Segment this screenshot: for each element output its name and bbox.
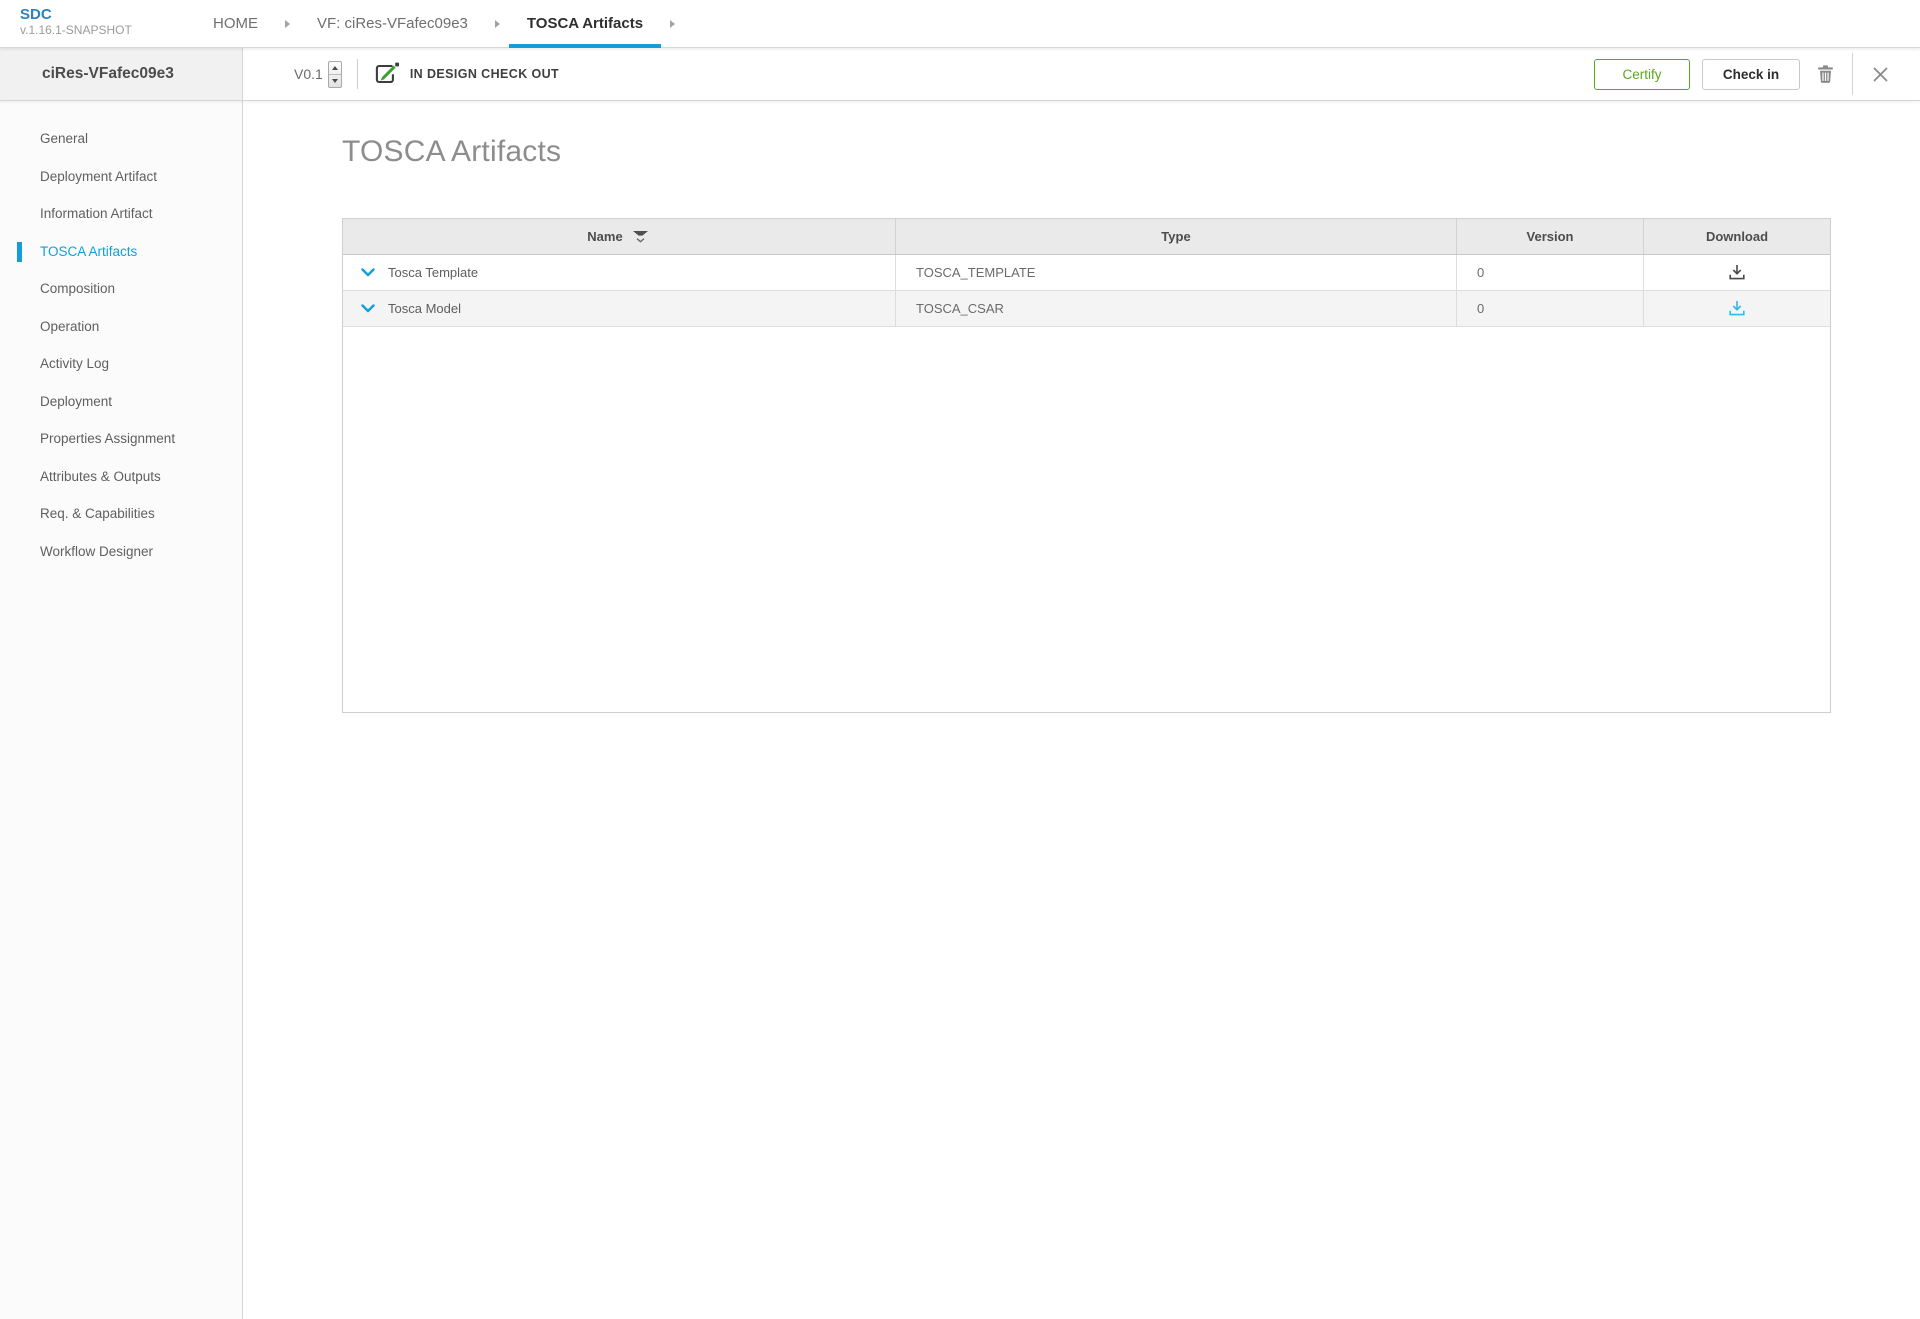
cell-download: [1644, 291, 1830, 326]
cell-name: Tosca Template: [343, 255, 896, 290]
entity-toolbar: ciRes-VFafec09e3 V0.1 IN DESIGN: [0, 48, 1920, 101]
toolbar: V0.1 IN DESIGN CHECK OUT Cert: [243, 48, 1920, 100]
column-name-label: Name: [587, 229, 622, 244]
version-stepper[interactable]: [328, 61, 342, 88]
column-header-download[interactable]: Download: [1644, 219, 1830, 254]
table-row-tosca-template[interactable]: Tosca Template TOSCA_TEMPLATE 0: [343, 255, 1830, 291]
tab-home-label: HOME: [213, 15, 258, 32]
breadcrumb: HOME VF: ciRes-VFafec09e3 TOSCA Artifact…: [195, 0, 684, 47]
cell-version: 0: [1457, 291, 1644, 326]
sidebar: General Deployment Artifact Information …: [0, 101, 243, 1319]
page-title: TOSCA Artifacts: [342, 128, 1920, 175]
tab-vf-cires[interactable]: VF: ciRes-VFafec09e3: [299, 0, 486, 47]
close-icon: [1873, 67, 1888, 82]
sdc-logo[interactable]: SDC v.1.16.1-SNAPSHOT: [0, 0, 195, 47]
tab-tosca-label: TOSCA Artifacts: [527, 15, 643, 32]
sort-icon[interactable]: [630, 230, 651, 244]
sidebar-item-req-capabilities[interactable]: Req. & Capabilities: [0, 495, 242, 533]
table-row-tosca-model[interactable]: Tosca Model TOSCA_CSAR 0: [343, 291, 1830, 327]
app-name: SDC: [20, 6, 195, 23]
download-icon[interactable]: [1728, 264, 1746, 281]
main-panel: TOSCA Artifacts Name Type: [243, 101, 1920, 1319]
sidebar-item-deployment[interactable]: Deployment: [0, 383, 242, 421]
breadcrumb-arrow-icon: [495, 20, 500, 28]
delete-button[interactable]: [1808, 57, 1842, 91]
sidebar-item-properties-assignment[interactable]: Properties Assignment: [0, 420, 242, 458]
toolbar-left: V0.1 IN DESIGN CHECK OUT: [294, 59, 559, 89]
cell-version: 0: [1457, 255, 1644, 290]
artifact-name: Tosca Model: [388, 301, 461, 316]
trash-icon: [1817, 65, 1834, 84]
cell-download: [1644, 255, 1830, 290]
chevron-down-icon[interactable]: [361, 268, 375, 277]
breadcrumb-arrow-icon: [670, 20, 675, 28]
version-step-down[interactable]: [329, 74, 341, 87]
sidebar-item-deployment-artifact[interactable]: Deployment Artifact: [0, 158, 242, 196]
table-empty-area: [343, 327, 1830, 712]
sidebar-item-activity-log[interactable]: Activity Log: [0, 345, 242, 383]
sidebar-item-tosca-artifacts[interactable]: TOSCA Artifacts: [0, 233, 242, 271]
sidebar-item-attributes-outputs[interactable]: Attributes & Outputs: [0, 458, 242, 496]
tab-home[interactable]: HOME: [195, 0, 276, 47]
sidebar-item-operation[interactable]: Operation: [0, 308, 242, 346]
close-button[interactable]: [1863, 57, 1897, 91]
column-download-label: Download: [1706, 229, 1768, 244]
divider: [357, 59, 358, 89]
chevron-down-icon[interactable]: [361, 304, 375, 313]
entity-name: ciRes-VFafec09e3: [0, 48, 243, 100]
column-header-version[interactable]: Version: [1457, 219, 1644, 254]
breadcrumb-arrow-icon: [285, 20, 290, 28]
sidebar-item-general[interactable]: General: [0, 120, 242, 158]
app-version: v.1.16.1-SNAPSHOT: [20, 23, 195, 38]
column-header-type[interactable]: Type: [896, 219, 1457, 254]
sidebar-item-workflow-designer[interactable]: Workflow Designer: [0, 533, 242, 571]
toolbar-right: Certify Check in: [1594, 53, 1897, 95]
cell-type: TOSCA_CSAR: [896, 291, 1457, 326]
column-header-name[interactable]: Name: [343, 219, 896, 254]
divider: [1852, 53, 1853, 95]
column-version-label: Version: [1527, 229, 1574, 244]
sidebar-item-composition[interactable]: Composition: [0, 270, 242, 308]
checkout-edit-icon: [373, 62, 400, 86]
lifecycle-status: IN DESIGN CHECK OUT: [410, 67, 559, 81]
certify-button[interactable]: Certify: [1594, 59, 1690, 90]
version-label: V0.1: [294, 66, 323, 82]
column-type-label: Type: [1161, 229, 1190, 244]
checkin-button[interactable]: Check in: [1702, 59, 1800, 90]
sdc-app: SDC v.1.16.1-SNAPSHOT HOME VF: ciRes-VFa…: [0, 0, 1920, 1319]
artifact-name: Tosca Template: [388, 265, 478, 280]
tab-vf-label: VF: ciRes-VFafec09e3: [317, 15, 468, 32]
download-icon[interactable]: [1728, 300, 1746, 317]
tab-tosca-artifacts[interactable]: TOSCA Artifacts: [509, 0, 661, 47]
tosca-artifacts-table: Name Type Version: [342, 218, 1831, 713]
cell-name: Tosca Model: [343, 291, 896, 326]
table-header-row: Name Type Version: [343, 219, 1830, 255]
version-step-up[interactable]: [329, 62, 341, 74]
cell-type: TOSCA_TEMPLATE: [896, 255, 1457, 290]
sidebar-item-information-artifact[interactable]: Information Artifact: [0, 195, 242, 233]
content-area: General Deployment Artifact Information …: [0, 101, 1920, 1319]
top-nav: SDC v.1.16.1-SNAPSHOT HOME VF: ciRes-VFa…: [0, 0, 1920, 48]
